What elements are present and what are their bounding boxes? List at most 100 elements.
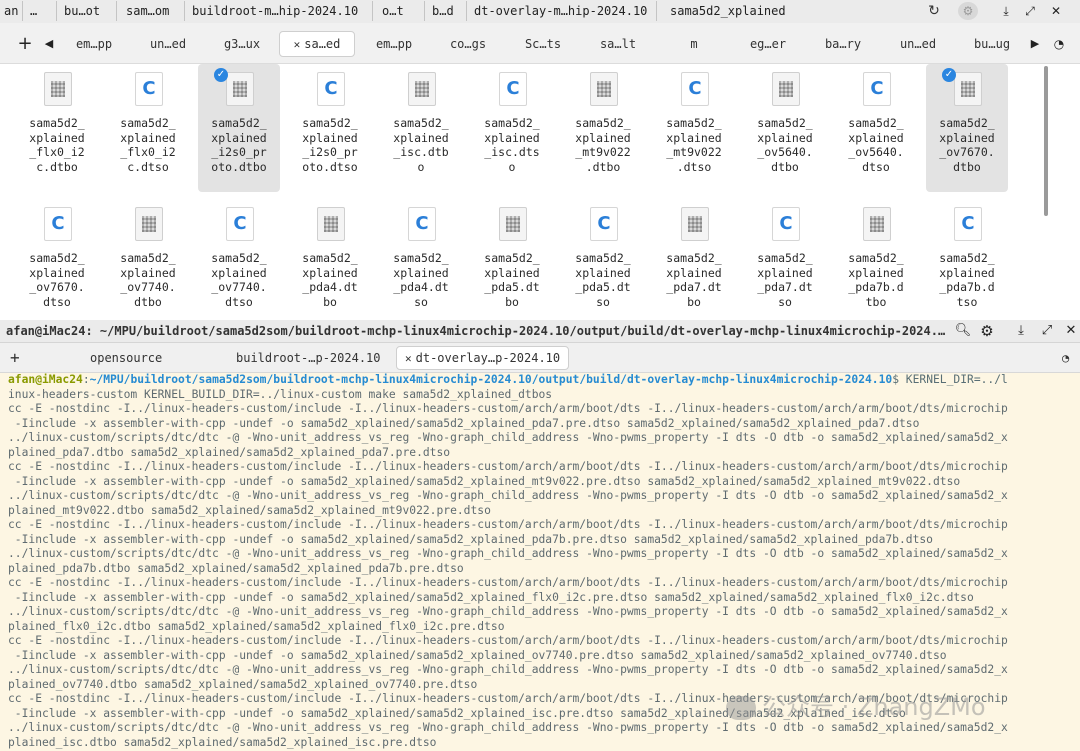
c-source-file-icon: C bbox=[772, 207, 800, 241]
terminal-titlebar: afan@iMac24: ~/MPU/buildroot/sama5d2som/… bbox=[0, 320, 1080, 343]
breadcrumb-item[interactable]: dt-overlay-m…hip-2024.10 bbox=[470, 1, 654, 21]
tab[interactable]: eg…er bbox=[740, 33, 796, 55]
tab-menu-icon[interactable]: ◔ bbox=[1062, 348, 1069, 368]
output-line: cc -E -nostdinc -I../linux-headers-custo… bbox=[8, 518, 1008, 531]
file-item[interactable]: Csama5d2_ xplained _ov5640. dtso bbox=[835, 64, 917, 192]
breadcrumb-item[interactable]: buildroot-m…hip-2024.10 bbox=[188, 1, 366, 21]
breadcrumb-item[interactable]: sam…om bbox=[122, 1, 182, 21]
file-name: sama5d2_ xplained _flx0_i2 c.dtbo bbox=[29, 116, 85, 174]
new-tab-icon[interactable]: + bbox=[10, 348, 20, 368]
file-name: sama5d2_ xplained _i2s0_pr oto.dtso bbox=[302, 116, 358, 174]
tab[interactable]: bu…ug bbox=[964, 33, 1020, 55]
maximize-icon[interactable]: ⤢ bbox=[1018, 0, 1042, 22]
file-grid: sama5d2_ xplained _flx0_i2 c.dtbo Csama5d… bbox=[0, 63, 1040, 320]
output-line: ../linux-custom/scripts/dtc/dtc -@ -Wno-… bbox=[8, 489, 1008, 502]
scroll-right-icon[interactable]: ▶ bbox=[1026, 33, 1044, 55]
tab-label: sa…ed bbox=[304, 37, 341, 51]
file-item[interactable]: Csama5d2_ xplained _pda5.dt so bbox=[562, 199, 644, 320]
file-item[interactable]: sama5d2_ xplained _ov7740. dtbo bbox=[107, 199, 189, 320]
file-item[interactable]: Csama5d2_ xplained _pda7.dt so bbox=[744, 199, 826, 320]
tab[interactable]: g3…ux bbox=[214, 33, 270, 55]
close-icon[interactable]: ✕ bbox=[1060, 320, 1080, 342]
tab[interactable]: ba…ry bbox=[815, 33, 871, 55]
c-source-file-icon: C bbox=[590, 207, 618, 241]
terminal-tab[interactable]: opensource bbox=[90, 348, 162, 368]
close-tab-icon[interactable]: ✕ bbox=[405, 352, 412, 365]
breadcrumb-current[interactable]: sama5d2_xplained bbox=[666, 1, 796, 21]
file-item[interactable]: Csama5d2_ xplained _ov7740. dtso bbox=[198, 199, 280, 320]
new-tab-icon[interactable]: + bbox=[16, 33, 34, 55]
file-item[interactable]: ✓ sama5d2_ xplained _ov7670. dtbo bbox=[926, 64, 1008, 192]
file-item[interactable]: sama5d2_ xplained _pda4.dt bo bbox=[289, 199, 371, 320]
reload-icon[interactable]: ↻ bbox=[924, 0, 944, 22]
gear-icon[interactable]: ⚙ bbox=[976, 320, 998, 342]
file-item[interactable]: sama5d2_ xplained _mt9v022 .dtbo bbox=[562, 64, 644, 192]
breadcrumb-item[interactable]: o…t bbox=[378, 1, 426, 21]
file-name: sama5d2_ xplained _pda4.dt so bbox=[393, 251, 449, 309]
file-manager-window: an … bu…ot sam…om buildroot-m…hip-2024.1… bbox=[0, 0, 1080, 321]
output-line: ../linux-custom/scripts/dtc/dtc -@ -Wno-… bbox=[8, 547, 1008, 560]
tab[interactable]: Sc…ts bbox=[515, 33, 571, 55]
output-line: plained_pda7b.dtbo sama5d2_xplained/sama… bbox=[8, 561, 464, 575]
output-line: ../linux-custom/scripts/dtc/dtc -@ -Wno-… bbox=[8, 663, 1008, 676]
path-bar: an … bu…ot sam…om buildroot-m…hip-2024.1… bbox=[0, 0, 1080, 24]
minimize-icon[interactable]: ⤓ bbox=[994, 0, 1018, 22]
file-item[interactable]: ✓ sama5d2_ xplained _i2s0_pr oto.dtbo bbox=[198, 64, 280, 192]
output-line: -Iinclude -x assembler-with-cpp -undef -… bbox=[8, 416, 920, 430]
terminal-window: afan@iMac24: ~/MPU/buildroot/sama5d2som/… bbox=[0, 320, 1080, 751]
terminal-tab[interactable]: buildroot-…p-2024.10 bbox=[236, 348, 381, 368]
file-item[interactable]: sama5d2_ xplained _pda7b.d tbo bbox=[835, 199, 917, 320]
file-item[interactable]: Csama5d2_ xplained _pda7b.d tso bbox=[926, 199, 1008, 320]
binary-file-icon bbox=[863, 207, 891, 241]
tab-active[interactable]: ✕ sa…ed bbox=[279, 31, 355, 57]
file-item[interactable]: sama5d2_ xplained _isc.dtb o bbox=[380, 64, 462, 192]
close-icon[interactable]: ✕ bbox=[1044, 0, 1068, 22]
file-name: sama5d2_ xplained _isc.dtb o bbox=[393, 116, 449, 174]
file-name: sama5d2_ xplained _ov7670. dtso bbox=[29, 251, 85, 309]
output-line: -Iinclude -x assembler-with-cpp -undef -… bbox=[8, 648, 947, 662]
scrollbar[interactable] bbox=[1044, 66, 1048, 216]
file-item[interactable]: Csama5d2_ xplained _pda4.dt so bbox=[380, 199, 462, 320]
close-tab-icon[interactable]: ✕ bbox=[294, 38, 301, 51]
file-name: sama5d2_ xplained _ov5640. dtbo bbox=[757, 116, 813, 174]
c-source-file-icon: C bbox=[499, 72, 527, 106]
watermark-text: 公众号 · ZhangZMo bbox=[762, 693, 986, 721]
file-name: sama5d2_ xplained _pda5.dt bo bbox=[484, 251, 540, 309]
terminal-tab-active[interactable]: ✕ dt-overlay…p-2024.10 bbox=[396, 346, 570, 370]
c-source-file-icon: C bbox=[863, 72, 891, 106]
scroll-left-icon[interactable]: ◀ bbox=[40, 33, 58, 55]
breadcrumb-item[interactable]: … bbox=[26, 1, 54, 21]
file-item[interactable]: Csama5d2_ xplained _i2s0_pr oto.dtso bbox=[289, 64, 371, 192]
maximize-icon[interactable]: ⤢ bbox=[1036, 320, 1058, 342]
tab[interactable]: sa…lt bbox=[590, 33, 646, 55]
output-line: plained_flx0_i2c.dtbo sama5d2_xplained/s… bbox=[8, 619, 505, 633]
file-item[interactable]: Csama5d2_ xplained _ov7670. dtso bbox=[16, 199, 98, 320]
file-item[interactable]: Csama5d2_ xplained _mt9v022 .dtso bbox=[653, 64, 735, 192]
output-line: cc -E -nostdinc -I../linux-headers-custo… bbox=[8, 634, 1008, 647]
file-name: sama5d2_ xplained _pda4.dt bo bbox=[302, 251, 358, 309]
tab[interactable]: un…ed bbox=[140, 33, 196, 55]
file-item[interactable]: Csama5d2_ xplained _isc.dts o bbox=[471, 64, 553, 192]
tab[interactable]: un…ed bbox=[890, 33, 946, 55]
file-name: sama5d2_ xplained _pda7b.d tso bbox=[939, 251, 995, 309]
c-source-file-icon: C bbox=[408, 207, 436, 241]
avatar-icon[interactable]: ⚙ bbox=[958, 2, 978, 20]
tab[interactable]: em…pp bbox=[366, 33, 422, 55]
file-item[interactable]: sama5d2_ xplained _pda5.dt bo bbox=[471, 199, 553, 320]
search-icon[interactable]: 🔍︎ bbox=[952, 320, 974, 342]
file-item[interactable]: sama5d2_ xplained _pda7.dt bo bbox=[653, 199, 735, 320]
output-line: plained_mt9v022.dtbo sama5d2_xplained/sa… bbox=[8, 503, 491, 517]
file-item[interactable]: sama5d2_ xplained _ov5640. dtbo bbox=[744, 64, 826, 192]
tab[interactable]: m bbox=[666, 33, 722, 55]
breadcrumb-item[interactable]: bu…ot bbox=[60, 1, 112, 21]
terminal-tab-bar: + opensource buildroot-…p-2024.10 ✕ dt-ov… bbox=[0, 343, 1080, 373]
tab[interactable]: em…pp bbox=[66, 33, 122, 55]
watermark: 公众号 · ZhangZMo bbox=[726, 690, 1066, 724]
tab[interactable]: co…gs bbox=[440, 33, 496, 55]
tab-menu-icon[interactable]: ◔ bbox=[1050, 33, 1068, 55]
file-item[interactable]: Csama5d2_ xplained _flx0_i2 c.dtso bbox=[107, 64, 189, 192]
file-item[interactable]: sama5d2_ xplained _flx0_i2 c.dtbo bbox=[16, 64, 98, 192]
breadcrumb-item[interactable]: an bbox=[0, 1, 22, 21]
breadcrumb-item[interactable]: b…d bbox=[428, 1, 468, 21]
minimize-icon[interactable]: ⤓ bbox=[1010, 320, 1032, 342]
